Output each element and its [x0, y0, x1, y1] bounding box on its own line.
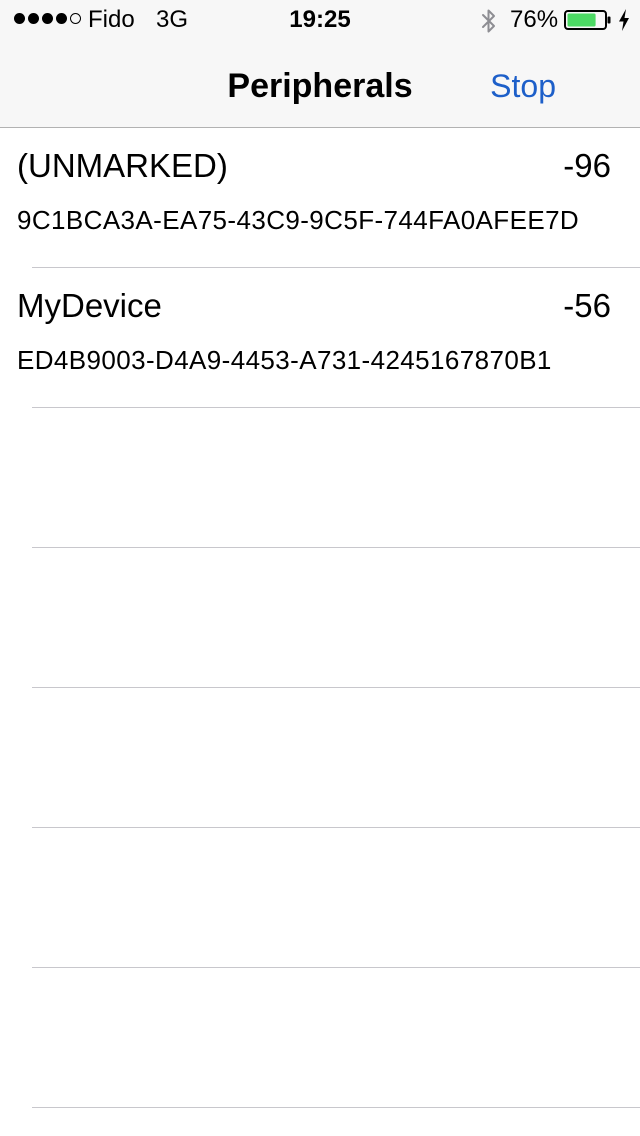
peripheral-name: MyDevice	[17, 287, 162, 324]
peripheral-row[interactable]: (UNMARKED) -96 9C1BCA3A-EA75-43C9-9C5F-7…	[0, 128, 640, 268]
battery-icon	[564, 10, 611, 30]
peripheral-row[interactable]: MyDevice -56 ED4B9003-D4A9-4453-A731-424…	[0, 268, 640, 408]
status-bar: Fido 3G 19:25 76%	[0, 0, 640, 40]
lightning-bolt-icon	[619, 9, 629, 31]
stop-button[interactable]: Stop	[490, 66, 556, 106]
bluetooth-icon	[482, 9, 495, 33]
peripheral-rssi: -56	[563, 287, 611, 324]
peripheral-uuid: ED4B9003-D4A9-4453-A731-4245167870B1	[17, 345, 552, 375]
empty-row	[0, 688, 640, 828]
app-screen: Fido 3G 19:25 76% Peripherals Stop (UNMA…	[0, 0, 640, 1136]
top-bar: Fido 3G 19:25 76% Peripherals Stop	[0, 0, 640, 128]
peripheral-uuid: 9C1BCA3A-EA75-43C9-9C5F-744FA0AFEE7D	[17, 205, 580, 235]
empty-row	[0, 828, 640, 968]
peripheral-rssi: -96	[563, 147, 611, 184]
empty-row	[0, 548, 640, 688]
navigation-bar: Peripherals Stop	[0, 40, 640, 128]
peripheral-name: (UNMARKED)	[17, 147, 228, 184]
empty-row	[0, 968, 640, 1108]
peripheral-list[interactable]: (UNMARKED) -96 9C1BCA3A-EA75-43C9-9C5F-7…	[0, 128, 640, 1136]
row-divider	[32, 1107, 640, 1108]
battery-percent: 76%	[510, 6, 559, 33]
empty-row	[0, 408, 640, 548]
